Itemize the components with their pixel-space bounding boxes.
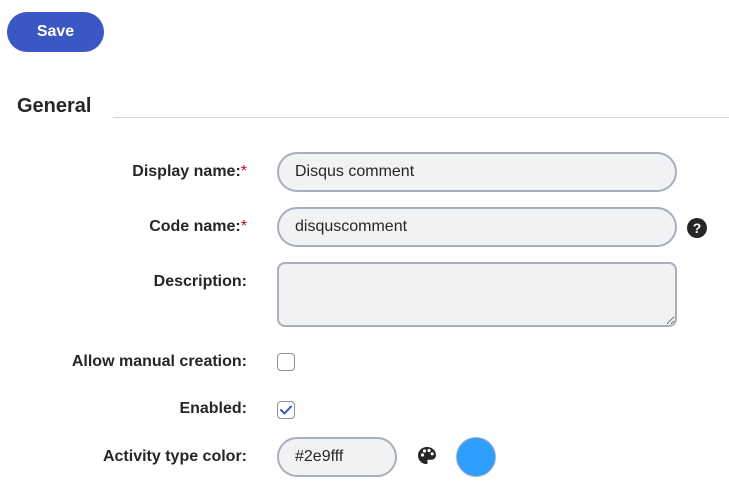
allow-manual-creation-label: Allow manual creation: <box>71 353 247 370</box>
code-name-label-text: Code name: <box>149 218 241 235</box>
checkmark-icon <box>280 405 292 415</box>
activity-type-color-input[interactable] <box>277 437 397 477</box>
description-textarea[interactable] <box>277 262 677 327</box>
display-name-label-text: Display name: <box>132 163 241 180</box>
question-circle-icon[interactable]: ? <box>687 218 707 238</box>
color-swatch[interactable] <box>456 437 496 477</box>
code-name-input[interactable] <box>277 207 677 247</box>
enabled-checkbox[interactable] <box>277 401 295 419</box>
allow-manual-creation-checkbox[interactable] <box>277 353 295 371</box>
edit-form-page: Save General Display name:* Code name:* … <box>0 0 729 496</box>
activity-type-color-label: Activity type color: <box>102 448 247 465</box>
description-label: Description: <box>153 273 247 290</box>
display-name-label: Display name:* <box>132 163 247 181</box>
display-name-input[interactable] <box>277 152 677 192</box>
enabled-label: Enabled: <box>179 400 247 417</box>
required-marker: * <box>240 163 247 180</box>
save-button[interactable]: Save <box>7 12 104 52</box>
code-name-label: Code name:* <box>149 218 247 236</box>
section-title: General <box>17 95 92 117</box>
section-divider <box>113 117 729 118</box>
palette-icon[interactable] <box>416 445 438 467</box>
required-marker: * <box>240 218 247 235</box>
